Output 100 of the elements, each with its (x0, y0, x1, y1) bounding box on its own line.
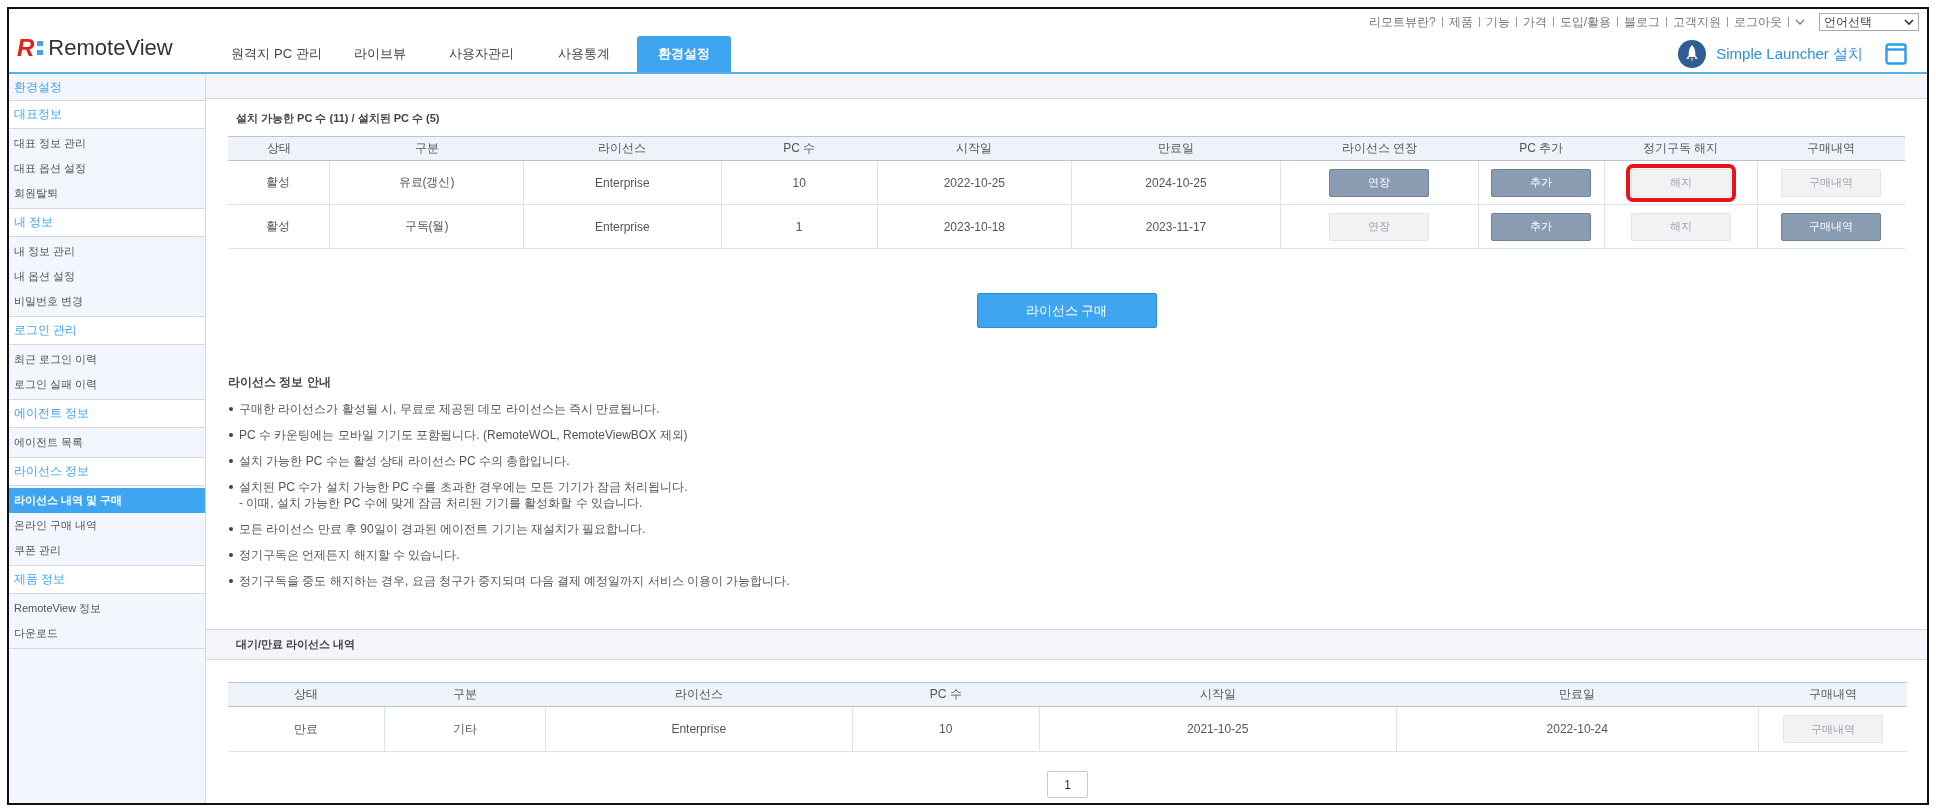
logo-text: RemoteView (48, 34, 173, 61)
sidebar-section-title[interactable]: 내 정보 (9, 209, 205, 237)
table-cell: Enterprise (523, 204, 722, 249)
chevron-down-icon[interactable] (1795, 18, 1805, 26)
sidebar-item[interactable]: 내 옵션 설정 (9, 264, 205, 289)
sidebar-section-title[interactable]: 에이전트 정보 (9, 400, 205, 428)
table-cell: 10 (721, 160, 878, 205)
sidebar-item[interactable]: 라이선스 내역 및 구매 (9, 488, 205, 513)
bullet-icon (229, 527, 233, 531)
sidebar-item[interactable]: 내 정보 관리 (9, 239, 205, 264)
table-button[interactable]: 구매내역 (1781, 212, 1882, 241)
table-cell: 2024-10-25 (1071, 160, 1281, 205)
bullet-icon (229, 407, 233, 411)
table-cell: 2023-10-18 (877, 204, 1072, 249)
nav-tab[interactable]: 환경설정 (637, 36, 731, 72)
column-header: 구분 (385, 682, 546, 707)
column-header: 상태 (228, 682, 385, 707)
sidebar-item[interactable]: 다운로드 (9, 621, 205, 646)
top-link[interactable]: 로그아웃 (1728, 13, 1788, 31)
note-text: 정기구독은 언제든지 해지할 수 있습니다. (239, 547, 460, 563)
column-header: 구분 (329, 136, 524, 161)
page-button[interactable]: 1 (1047, 771, 1088, 798)
top-link[interactable]: 제품 (1442, 13, 1479, 31)
sidebar-item[interactable]: 쿠폰 관리 (9, 538, 205, 563)
table-cell: 기타 (385, 706, 546, 752)
note-text: 모든 라이선스 만료 후 90일이 경과된 에이전트 기기는 재설치가 필요합니다. (239, 521, 646, 537)
sidebar-item[interactable]: 회원탈퇴 (9, 181, 205, 206)
table-button[interactable]: 추가 (1491, 212, 1592, 241)
bullet-icon (229, 459, 233, 463)
top-link[interactable]: 고객지원 (1667, 13, 1727, 31)
sidebar-section-title[interactable]: 대표정보 (9, 101, 205, 129)
nav-tab[interactable]: 사용통계 (533, 36, 634, 72)
top-link[interactable]: 도입/활용 (1553, 13, 1617, 31)
column-header: PC 수 (852, 682, 1040, 707)
table-cell: 2022-10-25 (877, 160, 1072, 205)
sidebar-item[interactable]: 온라인 구매 내역 (9, 513, 205, 538)
chevron-down-icon (1904, 18, 1914, 26)
nav-tab[interactable]: 원격지 PC 관리 (225, 36, 328, 72)
column-header: PC 수 (721, 136, 878, 161)
logo-colon-icon (37, 38, 46, 57)
column-header: 시작일 (1039, 682, 1397, 707)
bullet-icon (229, 553, 233, 557)
note-text: 설치 가능한 PC 수는 활성 상태 라이선스 PC 수의 총합입니다. (239, 453, 570, 469)
table-cell: 유료(갱신) (329, 160, 524, 205)
notes-title: 라이선스 정보 안내 (228, 374, 332, 391)
rocket-icon[interactable] (1678, 40, 1707, 68)
column-header: 라이선스 (523, 136, 722, 161)
table-cell: Enterprise (545, 706, 853, 752)
language-select[interactable]: 언어선택 (1819, 13, 1919, 31)
bullet-icon (229, 433, 233, 437)
section-title: 설치 가능한 PC 수 (11) / 설치된 PC 수 (5) (235, 111, 441, 126)
table-cell: 활성 (228, 160, 330, 205)
table-button[interactable]: 연장 (1329, 168, 1430, 197)
sidebar-item[interactable]: 비밀번호 변경 (9, 289, 205, 314)
table-cell: 활성 (228, 204, 330, 249)
column-header: 만료일 (1396, 682, 1759, 707)
note-text: 설치된 PC 수가 설치 가능한 PC 수를 초과한 경우에는 모든 기기가 잠금 처리됩니다. (239, 479, 688, 495)
table-cell: 2021-10-25 (1039, 706, 1397, 752)
column-header: 구매내역 (1758, 682, 1907, 707)
table-cell: Enterprise (523, 160, 722, 205)
table-cell: 만료 (228, 706, 385, 752)
column-header: 정기구독 해지 (1604, 136, 1758, 161)
bullet-icon (229, 579, 233, 583)
nav-tab[interactable]: 사용자관리 (431, 36, 532, 72)
note-text: 정기구독을 중도 해지하는 경우, 요금 청구가 중지되며 다음 결제 예정일까지 서비스 이용이 가능합니다. (239, 573, 790, 589)
nav-tab[interactable]: 라이브뷰 (329, 36, 430, 72)
logo-letter: R (17, 33, 35, 62)
window-icon[interactable] (1885, 43, 1907, 65)
sidebar-item[interactable]: 대표 옵션 설정 (9, 156, 205, 181)
bullet-icon (229, 485, 233, 489)
top-link[interactable]: 블로그 (1618, 13, 1666, 31)
sidebar-section-title[interactable]: 라이선스 정보 (9, 458, 205, 486)
table-cell: 2022-10-24 (1396, 706, 1759, 752)
launcher-install-link[interactable]: Simple Launcher 설치 (1716, 44, 1863, 64)
table-button[interactable]: 추가 (1491, 168, 1592, 197)
section-title: 대기/만료 라이선스 내역 (236, 637, 356, 652)
sidebar-section-title[interactable]: 제품 정보 (9, 566, 205, 594)
top-link[interactable]: 리모트뷰란? (1362, 13, 1442, 31)
column-header: 시작일 (877, 136, 1072, 161)
purchase-license-button[interactable]: 라이선스 구매 (976, 293, 1157, 328)
sidebar-item[interactable]: 대표 정보 관리 (9, 131, 205, 156)
sidebar-item[interactable]: 최근 로그인 이력 (9, 347, 205, 372)
note-text: PC 수 카운팅에는 모바일 기기도 포함됩니다. (RemoteWOL, RemoteViewBOX 제외) (239, 427, 688, 443)
table-cell: 구독(월) (329, 204, 524, 249)
sidebar-item[interactable]: RemoteView 정보 (9, 596, 205, 621)
top-link[interactable]: 기능 (1479, 13, 1516, 31)
table-cell: 10 (852, 706, 1040, 752)
column-header: 구매내역 (1757, 136, 1905, 161)
sidebar-item[interactable]: 에이전트 목록 (9, 430, 205, 455)
column-header: 만료일 (1071, 136, 1281, 161)
column-header: 라이선스 연장 (1280, 136, 1479, 161)
sidebar-item[interactable]: 로그인 실패 이력 (9, 372, 205, 397)
table-cell: 1 (721, 204, 878, 249)
table-cell: 2023-11-17 (1071, 204, 1281, 249)
sidebar-section-title[interactable]: 로그인 관리 (9, 317, 205, 345)
note-text: 구매한 라이선스가 활성될 시, 무료로 제공된 데모 라이선스는 즉시 만료됩니다. (239, 401, 660, 417)
column-header: 라이선스 (545, 682, 853, 707)
column-header: 상태 (228, 136, 330, 161)
top-link[interactable]: 가격 (1516, 13, 1553, 31)
note-subtext: - 이때, 설치 가능한 PC 수에 맞게 잠금 처리된 기기를 활성화할 수 있습니다. (239, 495, 644, 511)
